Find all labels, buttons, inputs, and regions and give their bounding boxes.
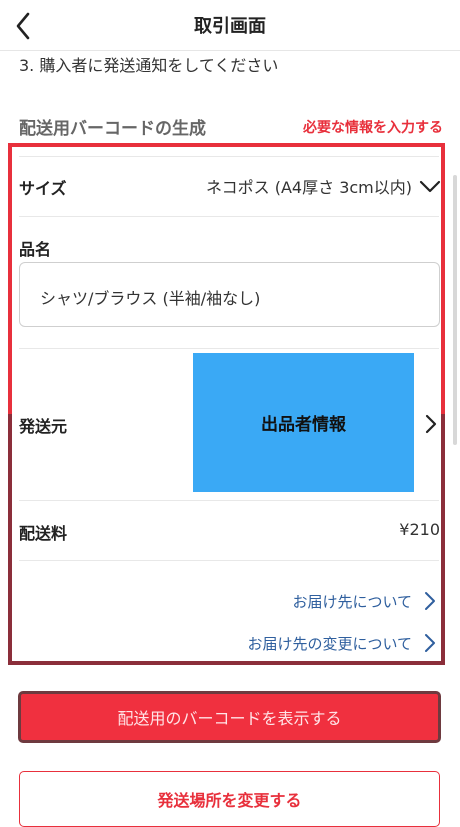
chevron-right-icon (425, 634, 435, 652)
scrollbar[interactable] (453, 175, 457, 445)
delivery-change-link-label: お届け先の変更について (247, 634, 412, 653)
size-label: サイズ (19, 179, 67, 198)
origin-label: 発送元 (19, 417, 68, 436)
step-instruction: 3. 購入者に発送通知をしてください (19, 56, 279, 75)
divider (19, 500, 439, 501)
divider (19, 348, 439, 349)
size-select-value[interactable]: ネコポス (A4厚さ 3cm以内) (206, 174, 412, 198)
divider (19, 156, 439, 157)
required-info-note: 必要な情報を入力する (303, 120, 443, 136)
seller-info-button[interactable]: 出品者情報 (193, 353, 414, 492)
page-title: 取引画面 (194, 16, 266, 37)
chevron-down-icon[interactable] (418, 177, 442, 195)
delivery-change-link[interactable]: お届け先の変更について (247, 631, 436, 655)
item-name-label: 品名 (19, 240, 52, 259)
chevron-right-icon (425, 592, 435, 610)
shipping-fee-value: ¥210 (399, 520, 440, 539)
delivery-info-link-label: お届け先について (292, 592, 412, 611)
show-barcode-button[interactable]: 配送用のバーコードを表示する (18, 691, 441, 743)
header-bar: 取引画面 (0, 0, 460, 51)
divider (19, 560, 439, 561)
shipping-fee-label: 配送料 (19, 524, 68, 543)
chevron-right-icon[interactable] (424, 413, 438, 435)
item-name-field[interactable]: シャツ/ブラウス (半袖/袖なし) (19, 262, 440, 327)
section-title: 配送用バーコードの生成 (19, 119, 206, 139)
delivery-info-link[interactable]: お届け先について (292, 589, 436, 613)
divider (19, 216, 439, 217)
change-location-button[interactable]: 発送場所を変更する (19, 771, 440, 827)
